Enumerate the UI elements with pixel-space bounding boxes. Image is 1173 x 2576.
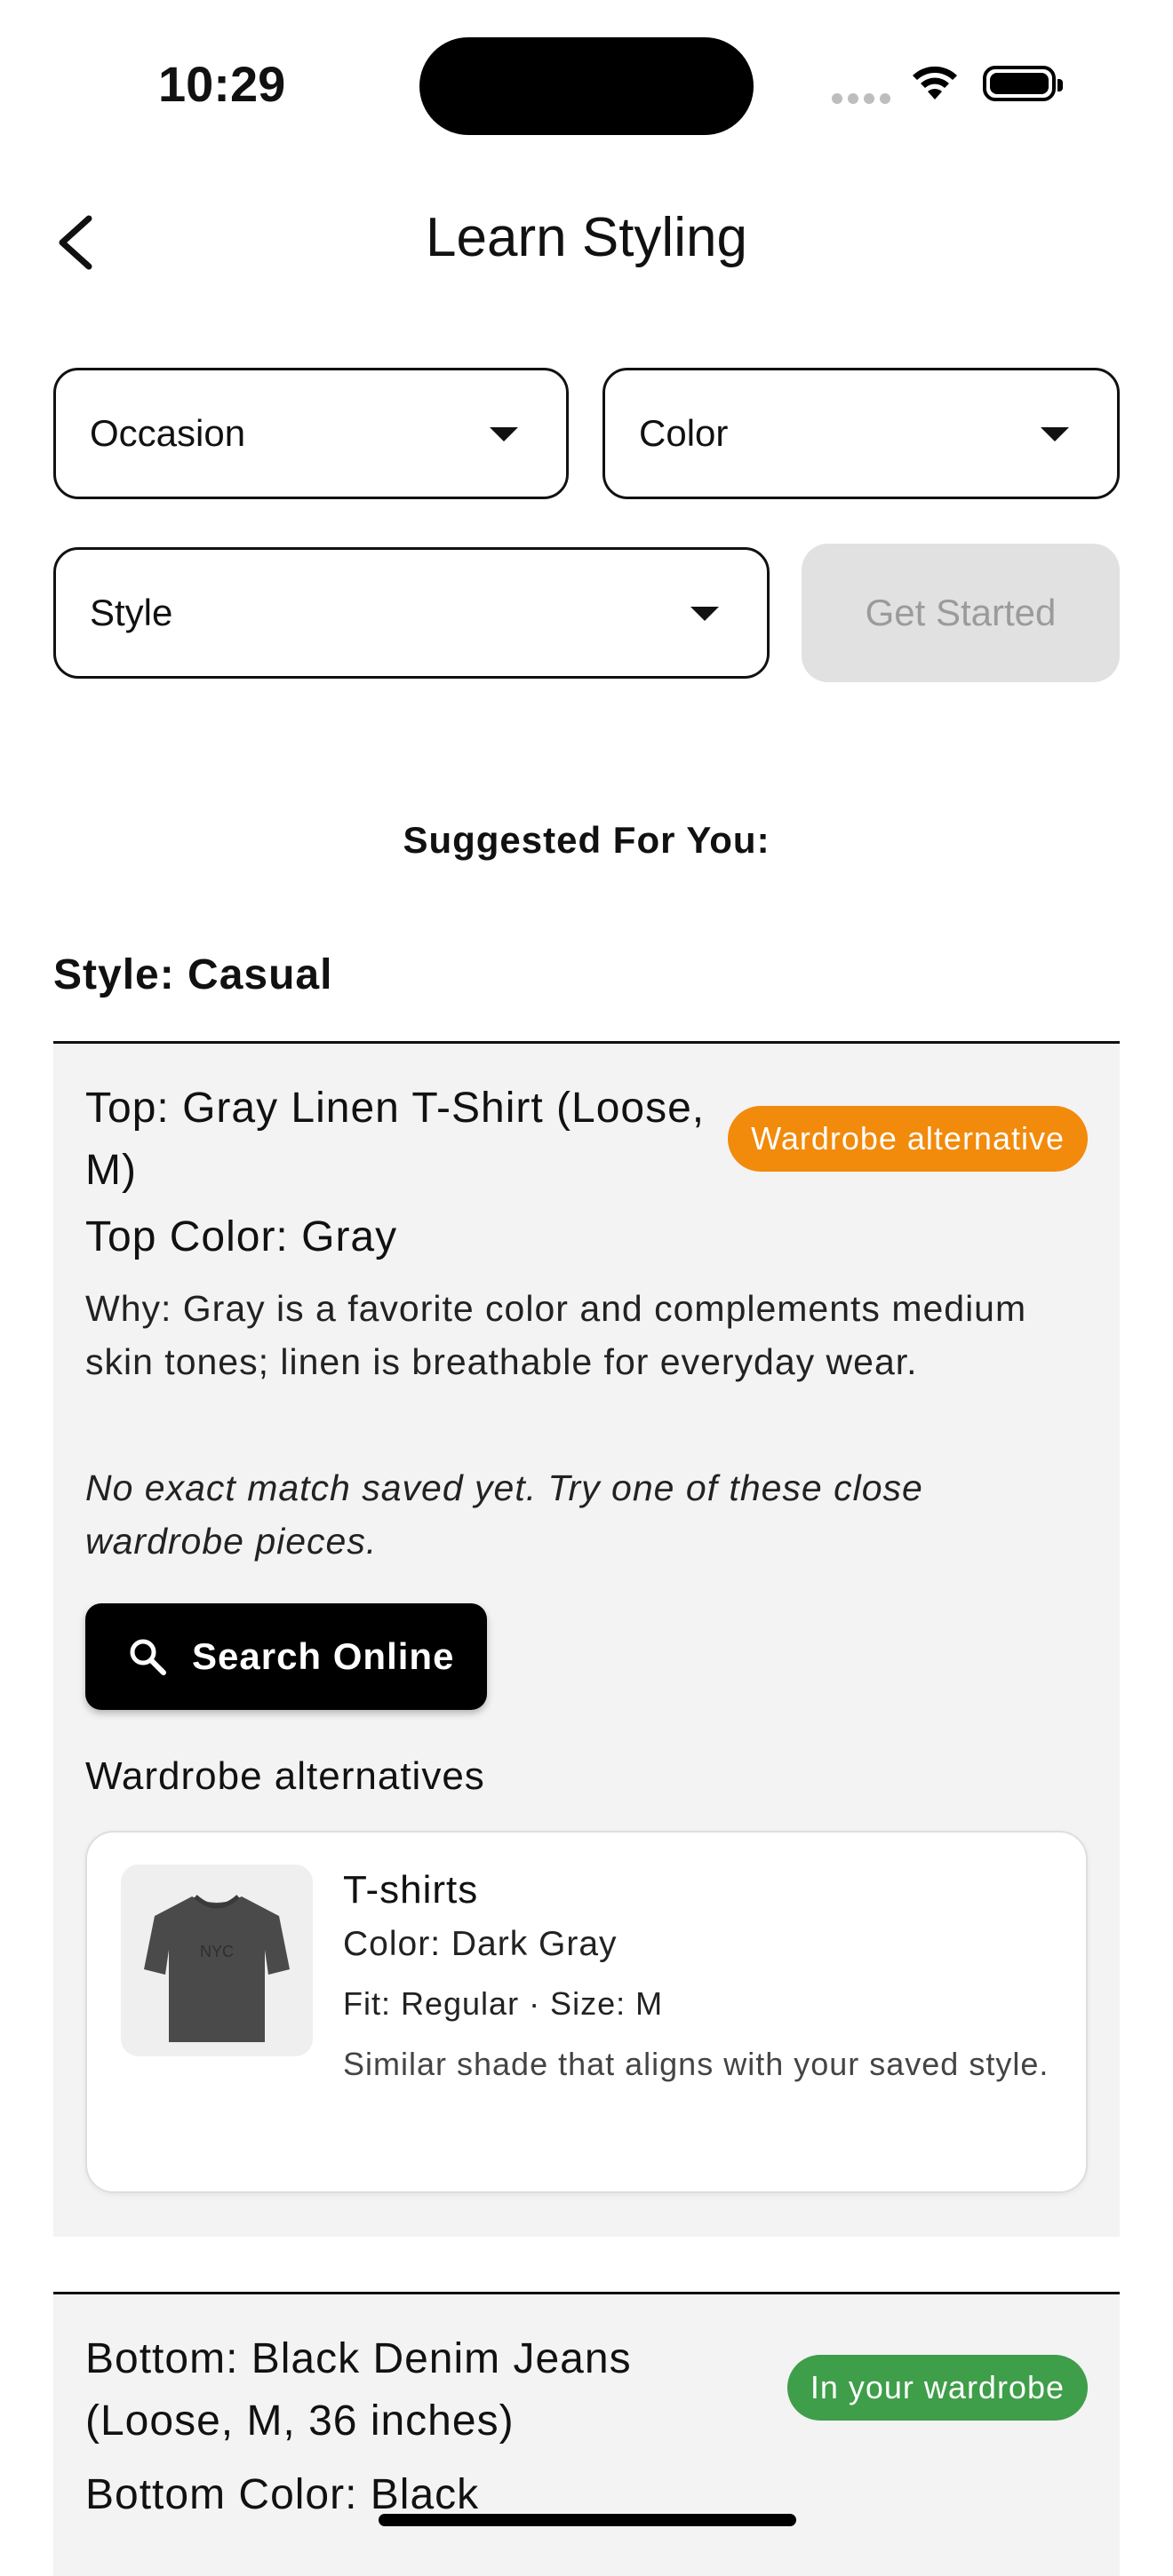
style-section-title: Style: Casual <box>53 951 333 998</box>
cellular-signal-icon <box>832 92 896 108</box>
alternative-color: Color: Dark Gray <box>343 1925 618 1963</box>
style-dropdown-label: Style <box>90 592 173 633</box>
caret-down-icon <box>490 427 518 441</box>
alternative-description: Similar shade that aligns with your save… <box>343 2046 1049 2082</box>
item-color: Top Color: Gray <box>85 1213 398 1260</box>
status-badge: Wardrobe alternative <box>728 1106 1088 1172</box>
wardrobe-alternative-card[interactable]: NYC T-shirts Color: Dark Gray Fit: Regul… <box>85 1831 1088 2193</box>
item-title: Bottom: Black Denim Jeans (Loose, M, 36 … <box>85 2335 632 2445</box>
battery-icon <box>983 66 1063 101</box>
caret-down-icon <box>1041 427 1069 441</box>
page-title: Learn Styling <box>426 207 747 268</box>
alternative-name: T-shirts <box>343 1868 479 1912</box>
dynamic-island <box>419 37 754 135</box>
tshirt-print-text: NYC <box>200 1943 234 1960</box>
alternative-fit: Fit: Regular · Size: M <box>343 1985 664 2022</box>
caret-down-icon <box>690 607 719 621</box>
get-started-button[interactable]: Get Started <box>802 544 1120 682</box>
status-time: 10:29 <box>158 56 286 112</box>
style-dropdown[interactable]: Style <box>53 547 770 679</box>
status-badge: In your wardrobe <box>786 2355 1088 2421</box>
color-dropdown[interactable]: Color <box>602 368 1120 499</box>
item-color: Bottom Color: Black <box>85 2471 480 2518</box>
search-online-label: Search Online <box>192 1635 455 1677</box>
home-indicator[interactable] <box>379 2514 796 2526</box>
search-icon <box>126 1635 169 1682</box>
occasion-dropdown-label: Occasion <box>90 412 246 454</box>
search-online-button[interactable]: Search Online <box>85 1603 487 1710</box>
alternatives-heading: Wardrobe alternatives <box>85 1754 485 1798</box>
suggested-heading: Suggested For You: <box>403 819 770 861</box>
wifi-icon <box>910 62 960 106</box>
item-title: Top: Gray Linen T-Shirt (Loose, M) <box>85 1085 706 1194</box>
tshirt-thumbnail: NYC <box>121 1864 313 2056</box>
no-match-note: No exact match saved yet. Try one of the… <box>85 1467 923 1562</box>
outfit-item-card: Bottom: Black Denim Jeans (Loose, M, 36 … <box>53 2292 1120 2576</box>
occasion-dropdown[interactable]: Occasion <box>53 368 569 499</box>
color-dropdown-label: Color <box>639 412 729 454</box>
outfit-item-card: Top: Gray Linen T-Shirt (Loose, M) Wardr… <box>53 1041 1120 2237</box>
item-reason: Why: Gray is a favorite color and comple… <box>85 1288 1027 1382</box>
